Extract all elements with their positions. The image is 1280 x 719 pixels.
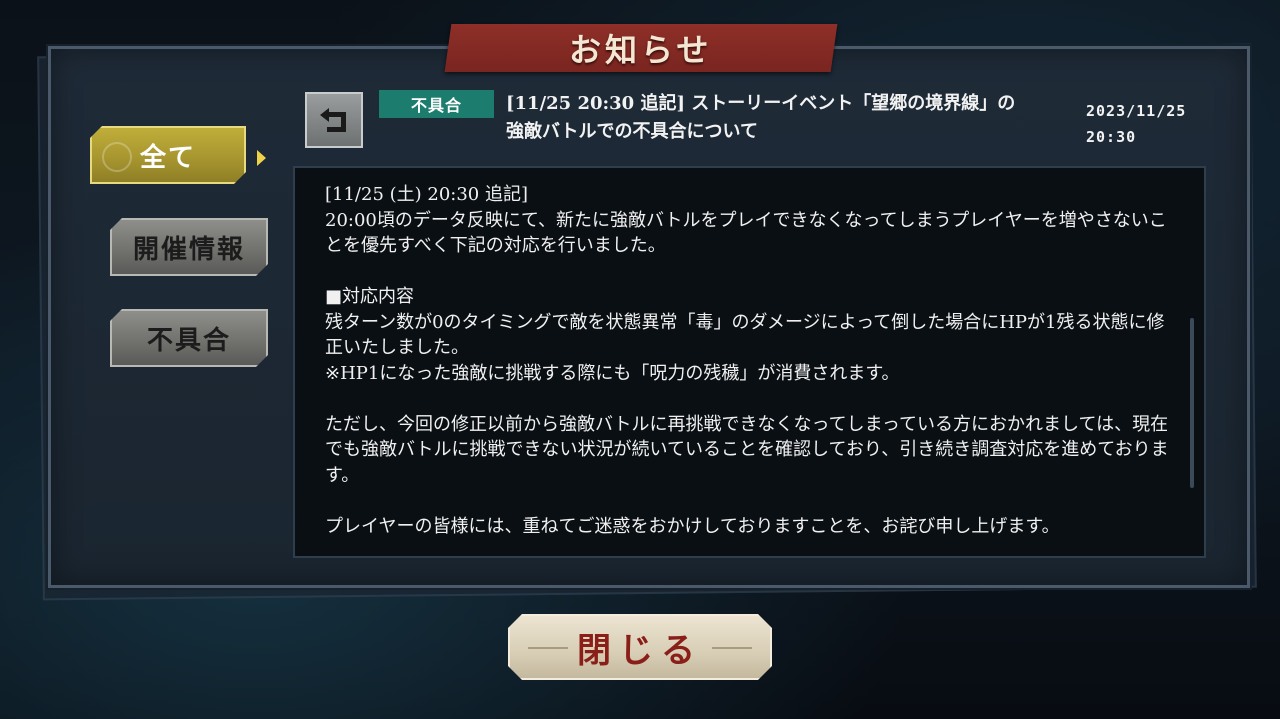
- ornament-icon: [102, 142, 132, 172]
- scrollbar[interactable]: [1190, 318, 1194, 488]
- close-button[interactable]: 閉じる: [508, 614, 772, 680]
- triangle-right-icon: [257, 150, 266, 166]
- body-paragraph: ただし、今回の修正以前から強敵バトルに再挑戦できなくなってしまっている方におかれ…: [325, 413, 1169, 486]
- sidebar-item-label: 開催情報: [132, 234, 245, 265]
- body-paragraph: プレイヤーの皆様には、重ねてご迷惑をおかけしておりますことを、お詫び申し上げます…: [325, 515, 1060, 537]
- notice-title: [11/25 20:30 追記] ストーリーイベント「望郷の境界線」の 強敵バト…: [506, 90, 1076, 146]
- page-title: お知らせ: [569, 31, 713, 69]
- sidebar-item-all[interactable]: 全て: [90, 126, 246, 184]
- close-button-label: 閉じる: [577, 630, 703, 671]
- category-tag: 不具合: [379, 90, 494, 118]
- notice-date: 2023/11/25 20:30: [1086, 98, 1216, 150]
- title-banner: お知らせ: [444, 24, 838, 72]
- back-arrow-icon: [320, 108, 346, 132]
- sidebar-item-label: 不具合: [146, 325, 231, 356]
- notice-title-line2: 強敵バトルでの不具合について: [506, 121, 758, 142]
- sidebar-item-event-info[interactable]: 開催情報: [110, 218, 268, 276]
- notice-date-time: 20:30: [1086, 128, 1137, 146]
- notice-date-day: 2023/11/25: [1086, 102, 1187, 120]
- divider: [712, 647, 752, 649]
- notice-title-line1: [11/25 20:30 追記] ストーリーイベント「望郷の境界線」の: [506, 93, 1016, 114]
- divider: [528, 647, 568, 649]
- notice-screen: お知らせ 全て 開催情報 不具合 不具合 [11/25 20:30 追記] スト…: [0, 0, 1280, 719]
- back-button[interactable]: [305, 92, 363, 148]
- body-paragraph: ■対応内容 残ターン数が0のタイミングで敵を状態異常「毒」のダメージによって倒し…: [325, 286, 1165, 384]
- notice-body-text: [11/25 (土) 20:30 追記] 20:00頃のデータ反映にて、新たに強…: [295, 168, 1204, 539]
- notice-body[interactable]: [11/25 (土) 20:30 追記] 20:00頃のデータ反映にて、新たに強…: [293, 166, 1206, 558]
- body-paragraph: [11/25 (土) 20:30 追記] 20:00頃のデータ反映にて、新たに強…: [325, 184, 1167, 256]
- sidebar-item-bug[interactable]: 不具合: [110, 309, 268, 367]
- sidebar-item-label: 全て: [139, 142, 196, 173]
